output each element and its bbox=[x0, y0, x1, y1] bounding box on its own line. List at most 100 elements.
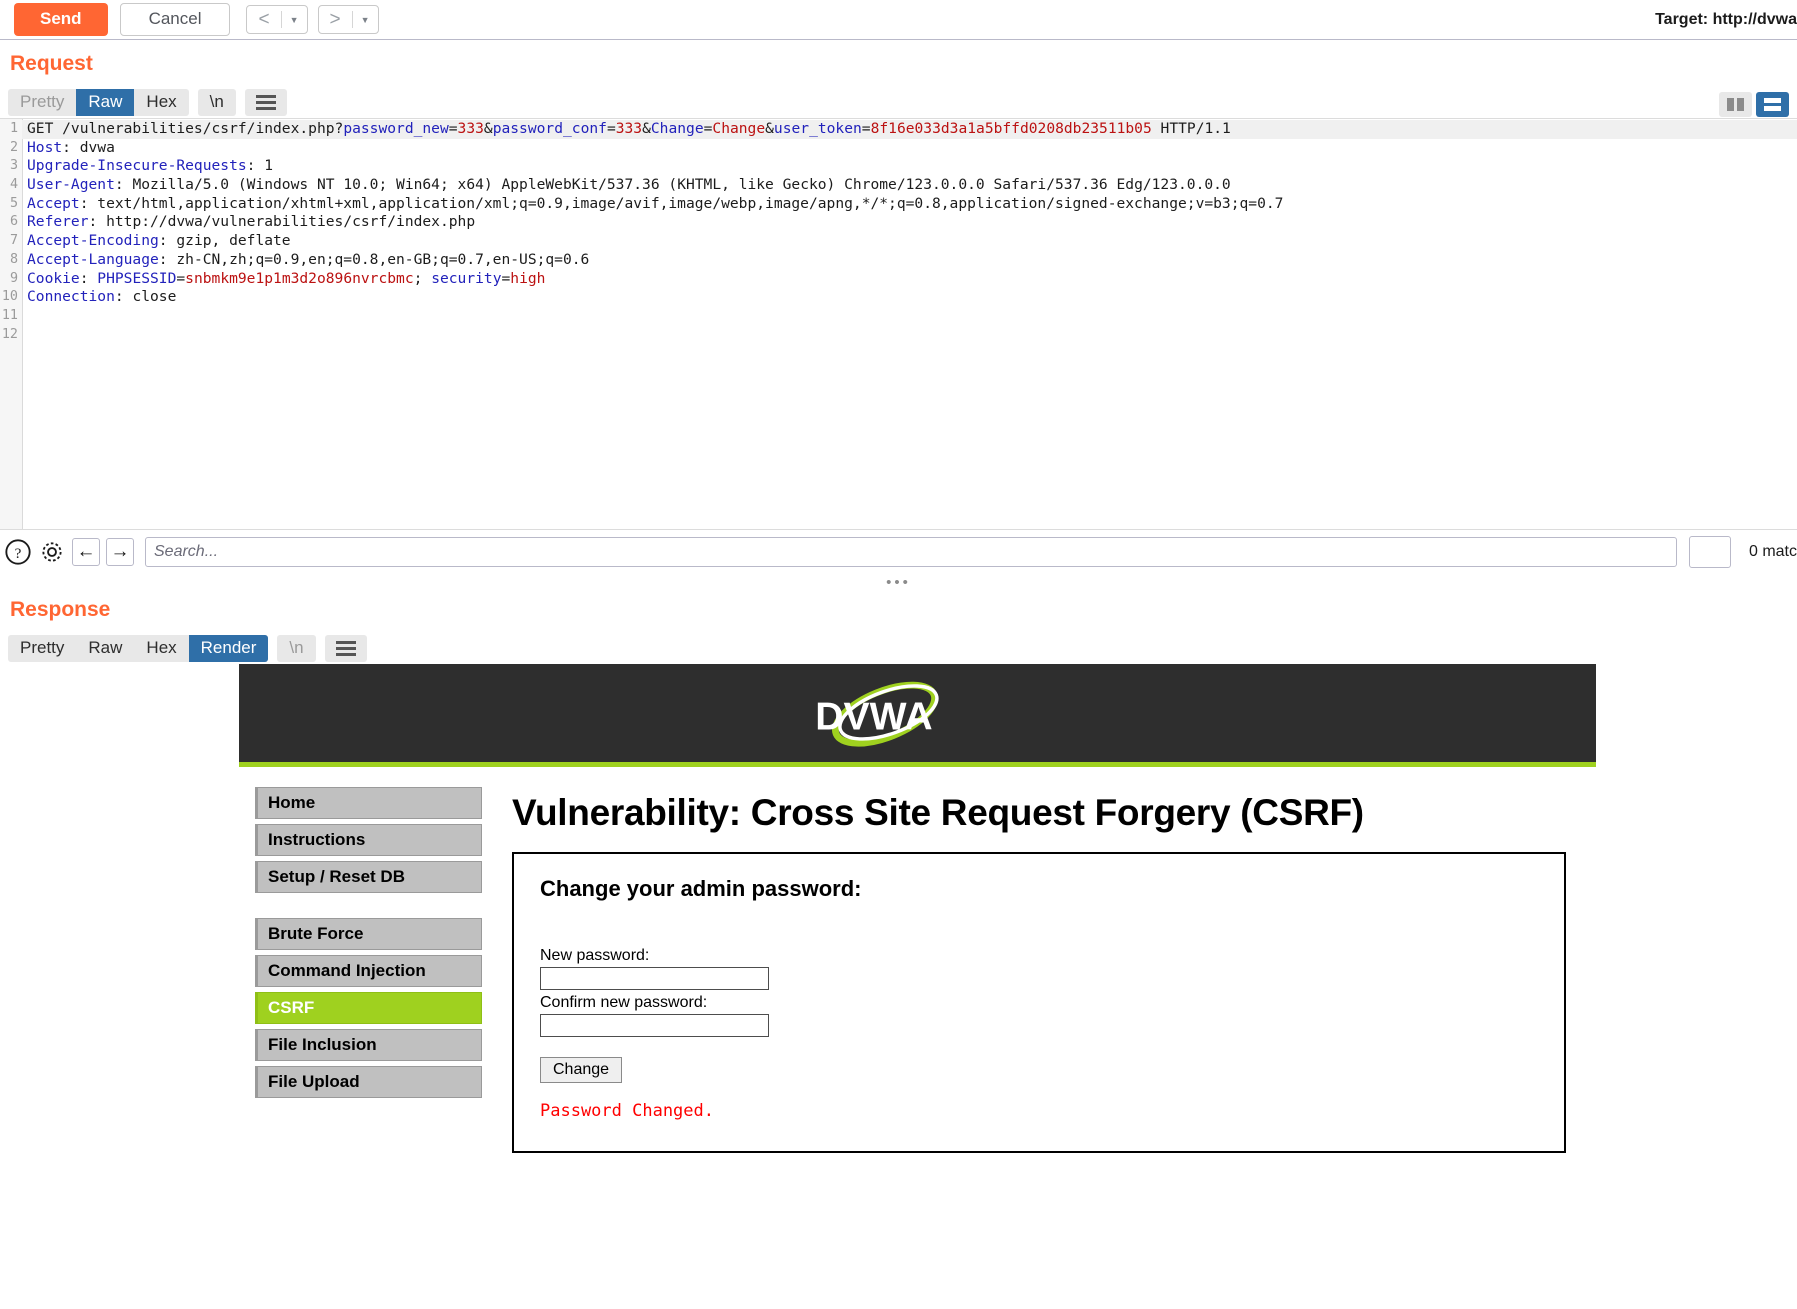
line-number: 10 bbox=[0, 288, 22, 307]
request-editor[interactable]: 1 GET /vulnerabilities/csrf/index.php?pas… bbox=[0, 118, 1797, 529]
request-line: 7 Accept-Encoding: gzip, deflate bbox=[0, 232, 1797, 251]
search-previous-button[interactable]: ← bbox=[72, 538, 100, 566]
request-line: 4 User-Agent: Mozilla/5.0 (Windows NT 10.… bbox=[0, 176, 1797, 195]
request-search-bar: ? ← → 0 matc bbox=[0, 529, 1797, 574]
columns-icon bbox=[1727, 98, 1744, 111]
panel-splitter[interactable]: ••• bbox=[0, 574, 1797, 591]
request-line: 8 Accept-Language: zh-CN,zh;q=0.9,en;q=0.… bbox=[0, 250, 1797, 270]
tab-response-hex[interactable]: Hex bbox=[134, 635, 188, 662]
response-newline-toggle[interactable]: \n bbox=[277, 634, 316, 662]
gear-icon[interactable] bbox=[38, 538, 66, 566]
dvwa-sidebar: Home Instructions Setup / Reset DB Brute Fo… bbox=[239, 767, 494, 1153]
line-number: 7 bbox=[0, 232, 22, 251]
sidebar-item-file-upload[interactable]: File Upload bbox=[255, 1066, 482, 1098]
new-password-field[interactable] bbox=[540, 967, 769, 990]
line-number: 2 bbox=[0, 138, 22, 158]
line-text: GET /vulnerabilities/csrf/index.php?pass… bbox=[22, 120, 1797, 139]
confirm-password-field[interactable] bbox=[540, 1014, 769, 1037]
line-text: Accept-Language: zh-CN,zh;q=0.9,en;q=0.8… bbox=[27, 250, 590, 268]
sidebar-item-instructions[interactable]: Instructions bbox=[255, 824, 482, 856]
rows-icon bbox=[1764, 98, 1781, 111]
line-text: User-Agent: Mozilla/5.0 (Windows NT 10.0… bbox=[27, 176, 1231, 194]
response-title: Response bbox=[10, 598, 111, 621]
next-arrow-icon[interactable]: > bbox=[319, 6, 352, 33]
search-options-box[interactable] bbox=[1688, 536, 1731, 568]
sidebar-separator bbox=[255, 898, 482, 918]
request-newline-toggle[interactable]: \n bbox=[197, 88, 236, 116]
line-number: 12 bbox=[0, 325, 22, 345]
line-number: 8 bbox=[0, 250, 22, 270]
request-line: 5 Accept: text/html,application/xhtml+xml… bbox=[0, 194, 1797, 214]
change-password-button[interactable]: Change bbox=[540, 1057, 623, 1083]
request-menu-button[interactable] bbox=[244, 88, 287, 116]
csrf-form-box: Change your admin password: New password… bbox=[512, 852, 1566, 1153]
layout-toggle-group[interactable] bbox=[1719, 92, 1789, 117]
tab-response-render[interactable]: Render bbox=[188, 634, 269, 662]
response-tabstrip: Pretty Raw Hex Render \n bbox=[0, 632, 1797, 664]
previous-request-group[interactable]: < ▼ bbox=[246, 5, 308, 34]
dvwa-page-inner: DVWA Home Instructions Setup / Reset DB Bru… bbox=[239, 664, 1596, 1153]
svg-text:?: ? bbox=[15, 545, 22, 562]
confirm-password-label: Confirm new password: bbox=[540, 994, 708, 1011]
response-render-area: DVWA Home Instructions Setup / Reset DB Bru… bbox=[0, 664, 1797, 1184]
line-number: 11 bbox=[0, 306, 22, 326]
dvwa-page: DVWA Home Instructions Setup / Reset DB Bru… bbox=[239, 664, 1797, 1184]
request-line: 11 bbox=[0, 306, 1797, 326]
send-button[interactable]: Send bbox=[14, 3, 108, 36]
line-text: Upgrade-Insecure-Requests: 1 bbox=[27, 157, 274, 175]
dvwa-logo-icon: DVWA bbox=[815, 681, 939, 747]
tab-response-pretty[interactable]: Pretty bbox=[8, 635, 76, 662]
help-icon[interactable]: ? bbox=[4, 538, 32, 566]
layout-rows-button[interactable] bbox=[1756, 92, 1789, 117]
sidebar-item-command-injection[interactable]: Command Injection bbox=[255, 955, 482, 987]
request-line: 2 Host: dvwa bbox=[0, 138, 1797, 158]
response-menu-button[interactable] bbox=[324, 634, 367, 662]
tab-request-newline[interactable]: \n bbox=[198, 89, 236, 116]
form-heading: Change your admin password: bbox=[540, 876, 862, 901]
match-count-label: 0 matc bbox=[1748, 543, 1797, 560]
layout-columns-button[interactable] bbox=[1719, 92, 1752, 117]
line-text: Accept: text/html,application/xhtml+xml,… bbox=[27, 194, 1284, 212]
line-text: Connection: close bbox=[27, 288, 177, 306]
request-view-tabs: Pretty Raw Hex bbox=[8, 88, 189, 116]
hamburger-icon[interactable] bbox=[245, 89, 287, 116]
sidebar-item-setup-reset-db[interactable]: Setup / Reset DB bbox=[255, 861, 482, 893]
line-number: 9 bbox=[0, 269, 22, 289]
request-line: 10 Connection: close bbox=[0, 288, 1797, 307]
sidebar-item-home[interactable]: Home bbox=[255, 787, 482, 819]
tab-response-newline[interactable]: \n bbox=[277, 635, 315, 662]
request-title: Request bbox=[10, 52, 93, 75]
line-number: 3 bbox=[0, 157, 22, 177]
tab-request-raw[interactable]: Raw bbox=[76, 88, 135, 116]
tab-request-hex[interactable]: Hex bbox=[134, 89, 188, 116]
cancel-button[interactable]: Cancel bbox=[119, 3, 231, 36]
target-label: Target: http://dvwa bbox=[1655, 10, 1797, 28]
request-section-header: Request bbox=[0, 40, 1797, 117]
line-text: Referer: http://dvwa/vulnerabilities/csr… bbox=[27, 213, 476, 231]
svg-text:DVWA: DVWA bbox=[815, 695, 932, 738]
sidebar-item-file-inclusion[interactable]: File Inclusion bbox=[255, 1029, 482, 1061]
line-number: 1 bbox=[0, 120, 22, 139]
tab-response-raw[interactable]: Raw bbox=[76, 635, 134, 662]
chevron-down-icon[interactable]: ▼ bbox=[282, 6, 307, 33]
request-line: 12 bbox=[0, 325, 1797, 345]
request-raw-text[interactable]: 1 GET /vulnerabilities/csrf/index.php?pas… bbox=[0, 119, 1797, 345]
new-password-label: New password: bbox=[540, 947, 650, 964]
tab-request-pretty[interactable]: Pretty bbox=[8, 89, 76, 116]
previous-arrow-icon[interactable]: < bbox=[247, 6, 280, 33]
line-number: 4 bbox=[0, 176, 22, 195]
hamburger-icon[interactable] bbox=[325, 635, 367, 662]
search-input[interactable] bbox=[145, 537, 1677, 567]
request-line: 3 Upgrade-Insecure-Requests: 1 bbox=[0, 157, 1797, 177]
chevron-down-icon[interactable]: ▼ bbox=[353, 6, 378, 33]
request-line: 9 Cookie: PHPSESSID=snbmkm9e1p1m3d2o896nv… bbox=[0, 269, 1797, 289]
line-text: Host: dvwa bbox=[27, 138, 115, 156]
sidebar-item-csrf[interactable]: CSRF bbox=[255, 992, 482, 1024]
dvwa-main-content: Vulnerability: Cross Site Request Forger… bbox=[494, 767, 1596, 1153]
sidebar-item-brute-force[interactable]: Brute Force bbox=[255, 918, 482, 950]
main-toolbar: Send Cancel < ▼ > ▼ Target: http://dvwa bbox=[0, 0, 1797, 40]
search-next-button[interactable]: → bbox=[106, 538, 134, 566]
request-line: 6 Referer: http://dvwa/vulnerabilities/cs… bbox=[0, 213, 1797, 233]
next-request-group[interactable]: > ▼ bbox=[317, 5, 379, 34]
dvwa-body: Home Instructions Setup / Reset DB Brute Fo… bbox=[239, 767, 1596, 1153]
